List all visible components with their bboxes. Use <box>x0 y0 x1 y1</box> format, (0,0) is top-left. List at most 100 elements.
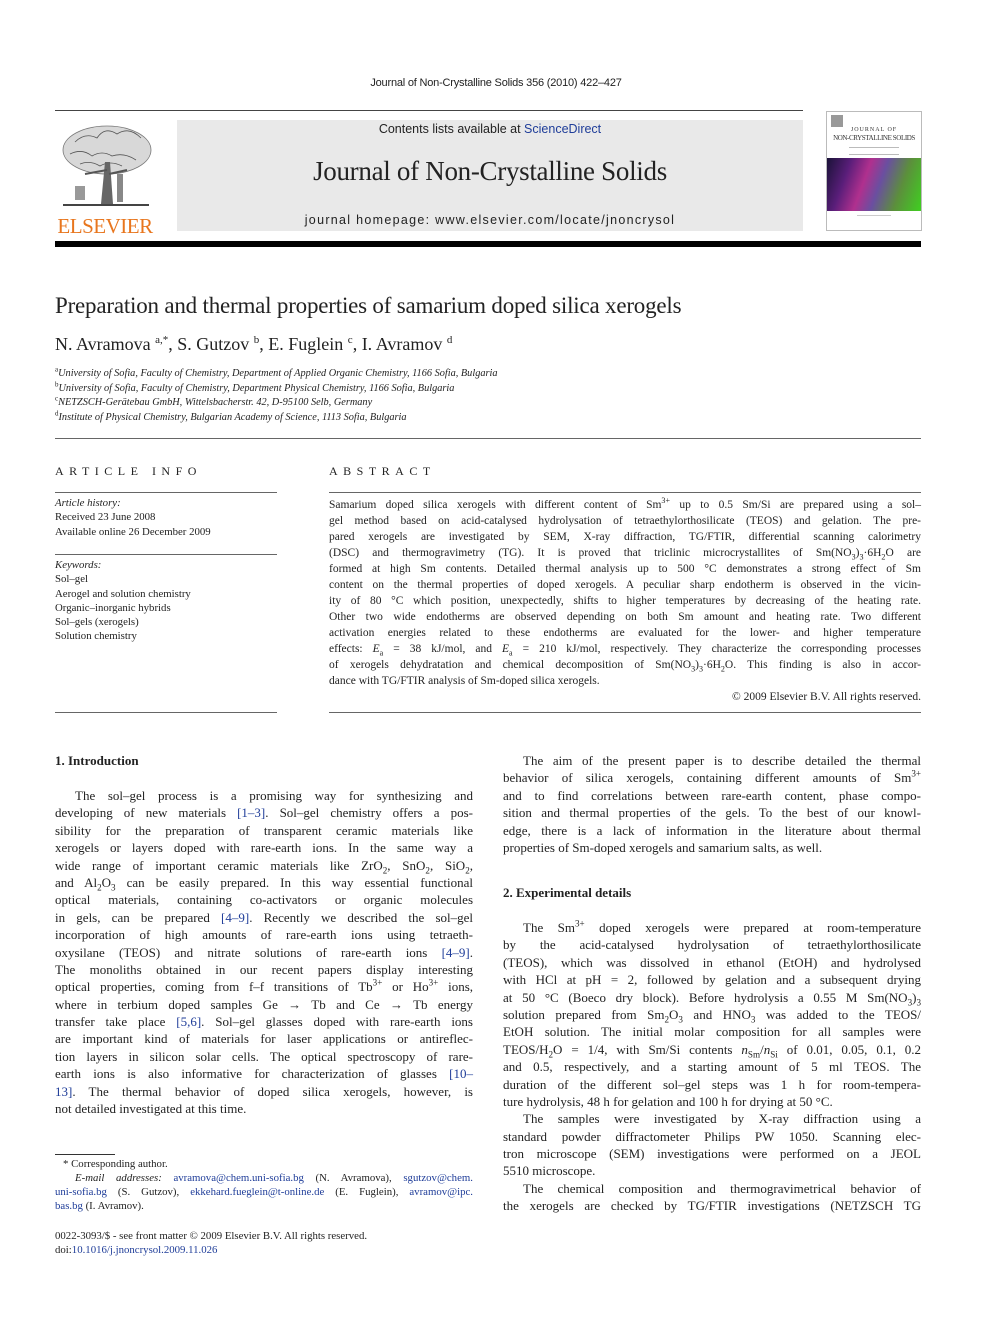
abstract-bottom-divider <box>329 712 921 713</box>
text-run: . <box>469 944 473 960</box>
text-line: The Sm3+ doped xerogels were prepared at… <box>503 919 921 936</box>
cover-title-line2: NON-CRYSTALLINE SOLIDS <box>833 134 915 142</box>
text-line: not detailed investigated at this time. <box>55 1100 473 1117</box>
text-run: optical materials, containing co-activat… <box>55 892 473 908</box>
text-run: TEOS/H <box>503 1041 549 1057</box>
text-run: EtOH solution. The initial molar composi… <box>503 1024 921 1040</box>
separator: , <box>168 334 178 354</box>
text-line: (DSC) and thermogravimetry (TG). It is p… <box>329 545 921 561</box>
author-affiliation-marker[interactable]: d <box>447 334 453 346</box>
text-line: properties of Sm-doped xerogels and sama… <box>503 839 921 856</box>
text-line: the xerogels are checked by TG/FTIR inve… <box>503 1197 921 1214</box>
text-run: . Sol–gel chemistry offers a pos- <box>265 805 473 821</box>
text-line: pared xerogels are investigated by SEM, … <box>329 529 921 545</box>
section-heading-experimental: 2. Experimental details <box>503 885 632 900</box>
text-line: The chemical composition and thermogravi… <box>503 1180 921 1197</box>
reference-link[interactable]: [4–9] <box>442 945 470 960</box>
text-line: wide range of important ceramic material… <box>55 857 473 875</box>
text-run: ity of 80 °C which position, unexpectedl… <box>329 595 921 607</box>
text-run: 3+ <box>428 977 439 988</box>
text-run: formed at high Sm contents. Detailed the… <box>329 563 921 575</box>
author[interactable]: E. Fuglein c <box>268 334 352 354</box>
text-line: The monoliths obtained in our recent pap… <box>55 961 473 978</box>
text-run: and Al <box>55 874 98 890</box>
sciencedirect-link[interactable]: ScienceDirect <box>524 122 601 136</box>
abstract-copyright: © 2009 Elsevier B.V. All rights reserved… <box>732 691 921 703</box>
abstract-body: Samarium doped silica xerogels with diff… <box>329 497 921 705</box>
text-line: standard powder diffractometer Philips P… <box>503 1128 921 1145</box>
text-line: and to find correlations between rare-ea… <box>503 787 921 804</box>
doi-prefix: doi: <box>55 1244 72 1256</box>
cover-title-line1: JOURNAL OF <box>850 127 898 133</box>
text-run: and HNO <box>682 1006 751 1022</box>
text-line: formed at high Sm contents. Detailed the… <box>329 561 921 577</box>
text-line: behavior of silica xerogels, containing … <box>503 769 921 786</box>
reference-link[interactable]: ekkehard.fueglein@t-online.de <box>190 1186 324 1198</box>
text-line: E-mail addresses: avramova@chem.uni-sofi… <box>55 1171 473 1185</box>
text-line: where in terbium doped samples Ge → Tb a… <box>55 996 473 1013</box>
affiliation: dInstitute of Physical Chemistry, Bulgar… <box>55 409 407 423</box>
available-online-date: Available online 26 December 2009 <box>55 525 211 538</box>
text-run: The chemical composition and thermogravi… <box>523 1180 921 1196</box>
author[interactable]: S. Gutzov b <box>177 334 259 354</box>
text-run: = 38 kJ/mol, and <box>383 643 502 655</box>
text-run: duration of the different sol–gel steps … <box>503 1076 921 1092</box>
text-run: The aim of the present paper is to descr… <box>523 753 921 768</box>
text-run: ·6H <box>702 659 721 671</box>
reference-link[interactable]: sgutzov@chem. <box>403 1172 473 1184</box>
text-run: optical properties, coming from f–f tran… <box>55 979 373 995</box>
text-run: The Sm <box>523 920 575 935</box>
reference-link[interactable]: [10– <box>449 1066 473 1081</box>
text-run: tion layers in silicon solar cells. The … <box>55 1048 473 1064</box>
text-line: and 0.5, respectively, and a starting am… <box>503 1058 921 1075</box>
text-line: EtOH solution. The initial molar composi… <box>503 1023 921 1040</box>
journal-homepage[interactable]: journal homepage: www.elsevier.com/locat… <box>177 213 803 227</box>
text-run: edge, there is a lack of information in … <box>503 822 921 838</box>
text-run: are important kind of materials for lase… <box>55 1031 473 1047</box>
doi-link[interactable]: 10.1016/j.jnoncrysol.2009.11.026 <box>72 1244 218 1256</box>
footnote-divider <box>55 1154 115 1155</box>
experimental-paragraph-2: The samples were investigated by X-ray d… <box>503 1110 921 1180</box>
text-run: was added to the TEOS/ <box>755 1006 921 1022</box>
elsevier-logo[interactable]: ELSEVIER <box>55 122 155 237</box>
reference-link[interactable]: uni-sofia.bg <box>55 1186 107 1198</box>
text-line: optical materials, containing co-activat… <box>55 891 473 908</box>
author-affiliation-marker[interactable]: a,* <box>155 334 168 346</box>
text-run: the xerogels are checked by TG/FTIR inve… <box>503 1198 921 1214</box>
text-line: 5510 microscope. <box>503 1162 921 1179</box>
reference-link[interactable]: 13] <box>55 1084 72 1099</box>
text-line: transfer take place [5,6]. Sol–gel glass… <box>55 1013 473 1030</box>
text-line: and Al2O3 can be easily prepared. In thi… <box>55 874 473 892</box>
reference-link[interactable]: [1–3] <box>237 805 265 820</box>
doi-line: doi:10.1016/j.jnoncrysol.2009.11.026 <box>55 1243 473 1257</box>
journal-banner: Contents lists available at ScienceDirec… <box>177 120 803 231</box>
affiliation: bUniversity of Sofia, Faculty of Chemist… <box>55 380 455 394</box>
reference-link[interactable]: avramova@chem.uni-sofia.bg <box>173 1172 303 1184</box>
text-line: Other two wide endotherms are observed d… <box>329 609 921 625</box>
text-run: incorporation of high amounts of rare-ea… <box>55 927 473 943</box>
text-run: where in terbium doped samples Ge → Tb a… <box>55 996 473 1012</box>
cover-image <box>827 158 921 211</box>
reference-link[interactable]: bas.bg <box>55 1200 83 1212</box>
text-run: (DSC) and thermogravimetry (TG). It is p… <box>329 547 852 559</box>
text-run: ture hydrolysis, 48 h for gelation and 1… <box>503 1093 833 1109</box>
text-run: earth ions is also informative for chara… <box>55 1066 450 1082</box>
reference-link[interactable]: avramov@ipc. <box>409 1186 473 1198</box>
text-run: content on the thermal properties of dop… <box>329 579 921 591</box>
reference-link[interactable]: [4–9] <box>221 910 249 925</box>
text-run: at 50 °C (Boeco dry block). Before hydro… <box>503 989 908 1005</box>
author[interactable]: N. Avramova a,* <box>55 334 168 354</box>
text-line: are important kind of materials for lase… <box>55 1030 473 1047</box>
text-run: O. This finding is also in accor- <box>724 659 921 671</box>
cover-subtitle-lines <box>849 147 899 155</box>
affiliation: cNETZSCH-Gerätebau GmbH, Wittelsbacherst… <box>55 394 373 408</box>
footnotes: * Corresponding author. E-mail addresses… <box>55 1157 473 1257</box>
journal-cover-thumbnail[interactable]: JOURNAL OF NON-CRYSTALLINE SOLIDS <box>826 111 922 231</box>
text-run: with HCl at pH = 2, followed by gelation… <box>503 972 921 988</box>
author[interactable]: I. Avramov d <box>362 334 453 354</box>
keyword: Organic–inorganic hybrids <box>55 601 171 614</box>
text-line: sibility for the preparation of transpar… <box>55 822 473 839</box>
header-divider <box>55 110 803 111</box>
text-run: , SnO <box>387 857 426 873</box>
reference-link[interactable]: [5,6] <box>176 1014 201 1029</box>
